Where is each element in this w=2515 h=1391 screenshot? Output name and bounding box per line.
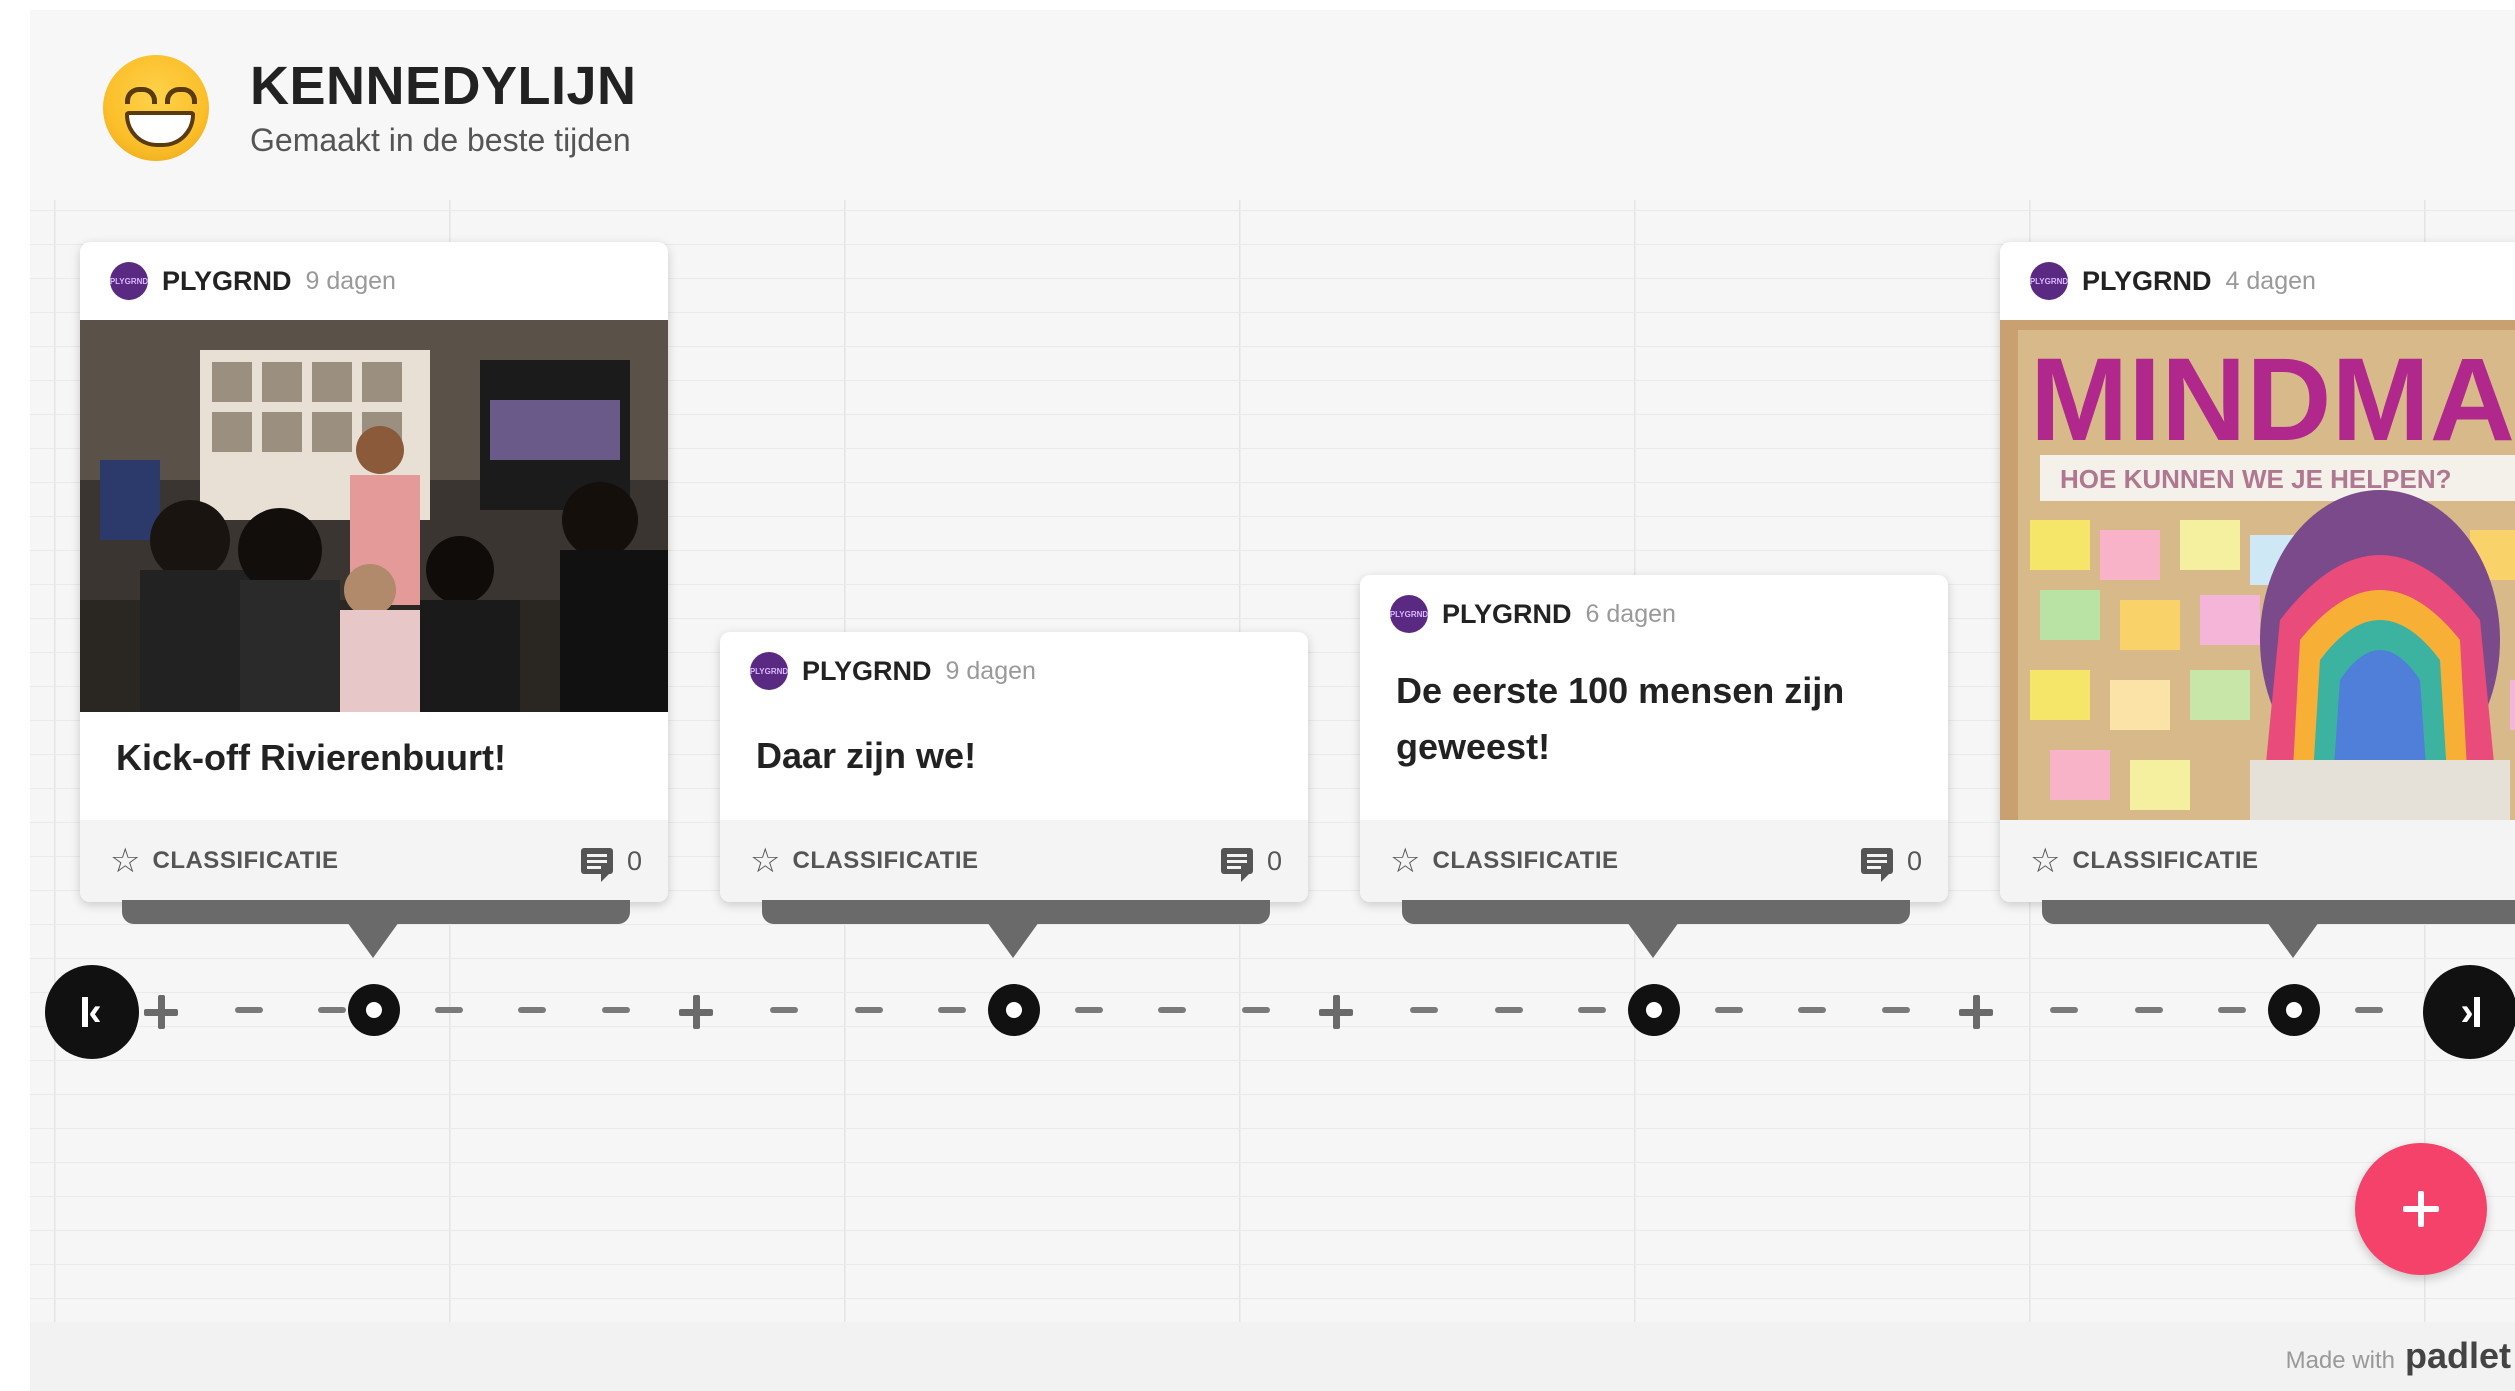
post-header: PLYGRND PLYGRND 9 dagen (80, 242, 668, 320)
timeline-dash (1158, 1007, 1186, 1013)
card-pointer (2267, 922, 2319, 958)
card-pointer (1627, 922, 1679, 958)
skip-end-icon: › (2460, 992, 2480, 1032)
grinning-face-icon (103, 55, 209, 161)
add-post-plus-icon[interactable] (676, 992, 716, 1032)
post-age: 6 dagen (1585, 599, 1676, 628)
mindmap-subtext: HOE KUNNEN WE JE HELPEN? (2060, 464, 2452, 494)
timeline-dash (1242, 1007, 1270, 1013)
classification-label[interactable]: CLASSIFICATIE (2072, 847, 2515, 875)
card-pointer (347, 922, 399, 958)
timeline-dash (938, 1007, 966, 1013)
padlet-logo: padlet (2404, 1335, 2511, 1376)
avatar: PLYGRND (750, 652, 788, 690)
timeline-marker[interactable] (348, 984, 400, 1036)
comment-count: 0 (1266, 845, 1282, 876)
emoji-mouth (125, 111, 195, 147)
emoji-eye-right (165, 87, 197, 104)
timeline-dash (1075, 1007, 1103, 1013)
post-title: De eerste 100 mensen zijn geweest! (1396, 670, 1845, 767)
timeline-dash (1578, 1007, 1606, 1013)
timeline-dash (2218, 1007, 2246, 1013)
post-author: PLYGRND (2082, 265, 2212, 296)
footer-bar (30, 1322, 2515, 1391)
star-icon[interactable]: ☆ (750, 844, 780, 878)
post-footer: ☆ CLASSIFICATIE 0 (1360, 820, 1948, 902)
classification-label[interactable]: CLASSIFICATIE (792, 847, 1220, 875)
post-author: PLYGRND (162, 265, 292, 296)
avatar: PLYGRND (1390, 595, 1428, 633)
timeline: ‹ › (0, 962, 2515, 1062)
timeline-dash (770, 1007, 798, 1013)
timeline-dash (2135, 1007, 2163, 1013)
timeline-dash (318, 1007, 346, 1013)
timeline-dash (1882, 1007, 1910, 1013)
post-card[interactable]: PLYGRND PLYGRND 6 dagen De eerste 100 me… (1360, 575, 1948, 902)
card-pointer (987, 922, 1039, 958)
comment-icon[interactable] (1860, 848, 1893, 882)
avatar: PLYGRND (110, 262, 148, 300)
comment-icon[interactable] (1220, 848, 1253, 882)
add-post-plus-icon[interactable] (141, 992, 181, 1032)
post-title: Daar zijn we! (756, 735, 977, 776)
timeline-dash (2355, 1007, 2383, 1013)
timeline-dash (1798, 1007, 1826, 1013)
mindmap-text: MINDMAP (2030, 334, 2515, 466)
made-with-padlet[interactable]: Made with padlet (2286, 1335, 2511, 1377)
post-footer: ☆ CLASSIFICATIE (2000, 820, 2515, 902)
post-footer: ☆ CLASSIFICATIE 0 (80, 820, 668, 902)
timeline-dash (2050, 1007, 2078, 1013)
timeline-dash (855, 1007, 883, 1013)
comment-count: 0 (1906, 845, 1922, 876)
skip-start-icon: ‹ (82, 992, 102, 1032)
star-icon[interactable]: ☆ (110, 844, 140, 878)
avatar: PLYGRND (2030, 262, 2068, 300)
timeline-marker[interactable] (2268, 984, 2320, 1036)
timeline-dash (602, 1007, 630, 1013)
timeline-dash (235, 1007, 263, 1013)
post-card[interactable]: PLYGRND PLYGRND 9 dagen Kick-off Riviere… (80, 242, 668, 902)
jump-to-end-button[interactable]: › (2423, 965, 2515, 1059)
post-header: PLYGRND PLYGRND 9 dagen (720, 632, 1308, 710)
post-header: PLYGRND PLYGRND 6 dagen (1360, 575, 1948, 653)
post-footer: ☆ CLASSIFICATIE 0 (720, 820, 1308, 902)
post-card[interactable]: PLYGRND PLYGRND 9 dagen Daar zijn we! ☆ … (720, 632, 1308, 902)
post-title: Kick-off Rivierenbuurt! (116, 737, 507, 778)
add-post-plus-icon[interactable] (1956, 992, 1996, 1032)
emoji-eye-left (125, 87, 157, 104)
card-tab (122, 900, 630, 924)
card-tab (762, 900, 1270, 924)
classification-label[interactable]: CLASSIFICATIE (152, 847, 580, 875)
post-image[interactable] (80, 320, 668, 712)
timeline-marker[interactable] (1628, 984, 1680, 1036)
comment-count: 0 (626, 845, 642, 876)
timeline-dash (1715, 1007, 1743, 1013)
timeline-dash (518, 1007, 546, 1013)
board-title: KENNEDYLIJN (250, 56, 637, 116)
post-author: PLYGRND (802, 655, 932, 686)
star-icon[interactable]: ☆ (1390, 844, 1420, 878)
post-card[interactable]: PLYGRND PLYGRND 4 dagen MINDMAP HOE KUNN… (2000, 242, 2515, 902)
timeline-marker[interactable] (988, 984, 1040, 1036)
add-post-plus-icon[interactable] (1316, 992, 1356, 1032)
post-age: 4 dagen (2225, 266, 2316, 295)
comment-icon[interactable] (580, 848, 613, 882)
post-header: PLYGRND PLYGRND 4 dagen (2000, 242, 2515, 320)
timeline-dash (1410, 1007, 1438, 1013)
post-image[interactable]: MINDMAP HOE KUNNEN WE JE HELPEN? (2000, 320, 2515, 824)
card-tab (1402, 900, 1910, 924)
post-author: PLYGRND (1442, 598, 1572, 629)
board-subtitle: Gemaakt in de beste tijden (250, 122, 631, 158)
jump-to-start-button[interactable]: ‹ (45, 965, 139, 1059)
add-post-button[interactable] (2355, 1143, 2487, 1275)
star-icon[interactable]: ☆ (2030, 844, 2060, 878)
post-age: 9 dagen (945, 656, 1036, 685)
timeline-dash (1495, 1007, 1523, 1013)
post-age: 9 dagen (305, 266, 396, 295)
made-with-label: Made with (2285, 1347, 2395, 1374)
card-tab (2042, 900, 2515, 924)
classification-label[interactable]: CLASSIFICATIE (1432, 847, 1860, 875)
timeline-dash (435, 1007, 463, 1013)
